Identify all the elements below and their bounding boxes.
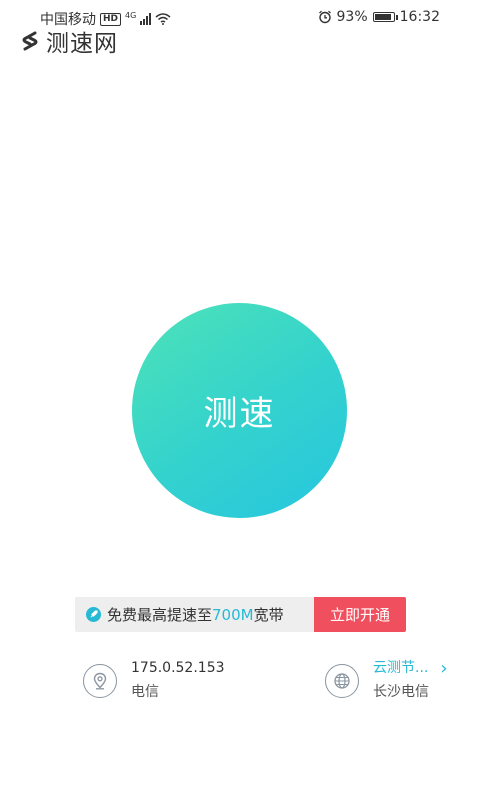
network-type: 4G xyxy=(125,10,137,20)
chevron-right-icon[interactable]: › xyxy=(440,660,447,678)
signal-icon xyxy=(140,13,152,25)
logo-icon xyxy=(22,31,38,51)
app-logo: 测速网 xyxy=(18,24,118,58)
speed-test-button[interactable]: 测速 xyxy=(132,303,347,518)
battery-fill xyxy=(374,14,392,20)
clock: 16:32 xyxy=(399,9,440,25)
battery-icon xyxy=(372,12,398,22)
ip-address: 175.0.52.153 xyxy=(131,660,225,676)
status-right: 93% 16:32 xyxy=(318,9,440,25)
promo-banner[interactable]: 免费最高提速至700M宽带 立即开通 xyxy=(75,597,406,632)
logo-text: 测速网 xyxy=(46,31,118,57)
rocket-icon xyxy=(86,607,101,622)
globe-icon xyxy=(325,663,359,698)
promo-prefix: 免费最高提速至 xyxy=(107,606,213,624)
ip-info: 175.0.52.153 电信 xyxy=(83,660,225,701)
node-selector[interactable]: 云测节... › xyxy=(373,660,448,678)
test-node-info[interactable]: 云测节... › 长沙电信 xyxy=(325,660,448,701)
activate-now-button[interactable]: 立即开通 xyxy=(314,597,406,632)
speed-test-label: 测速 xyxy=(203,394,276,434)
node-label: 云测节... xyxy=(373,660,429,676)
location-pin-icon xyxy=(83,663,117,698)
promo-suffix: 宽带 xyxy=(253,606,284,624)
battery-percent: 93% xyxy=(336,9,368,25)
promo-highlight: 700M xyxy=(212,606,254,624)
alarm-icon xyxy=(318,10,331,24)
node-location: 长沙电信 xyxy=(373,684,429,700)
wifi-icon xyxy=(155,13,171,25)
isp-name: 电信 xyxy=(131,684,159,700)
promo-text[interactable]: 免费最高提速至700M宽带 xyxy=(75,597,314,632)
